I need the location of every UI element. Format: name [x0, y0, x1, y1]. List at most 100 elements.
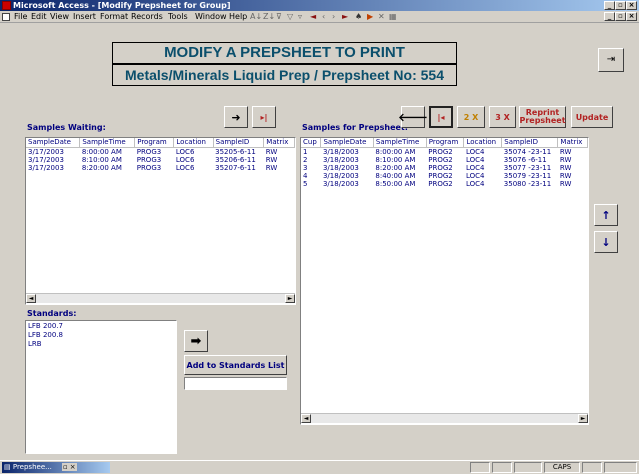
column-header[interactable]: Matrix — [557, 138, 588, 148]
scroll-left-icon[interactable]: ◄ — [26, 294, 36, 303]
close-icon[interactable]: × — [626, 1, 637, 10]
update-button[interactable]: Update — [571, 106, 613, 128]
table-cell: 35077 -23-11 — [503, 163, 552, 172]
column-header[interactable]: Location — [173, 138, 214, 148]
move-back-button[interactable]: 🡐 — [398, 106, 428, 128]
move-to-prepsheet-button[interactable]: ➜ — [224, 106, 248, 128]
restore-icon[interactable]: ▫ — [62, 463, 69, 471]
sort-ascending-icon[interactable]: A↓ — [250, 12, 262, 22]
samples-waiting-list[interactable]: SampleDate SampleTime Program Location Sampl… — [25, 137, 296, 305]
move-all-to-prepsheet-button[interactable]: ▸| — [252, 106, 276, 128]
table-row[interactable]: 3/17/2003 8:10:00 AM PROG3 LOC6 35206-6-11 RW — [26, 156, 295, 164]
table-row[interactable]: 3 3/18/2003 8:20:00 AM PROG2 LOC4 35077 -23-1… — [301, 164, 588, 172]
menu-records[interactable]: Records — [131, 11, 163, 23]
prepsheet-horizontal-scrollbar[interactable]: ◄ ► — [301, 413, 588, 423]
menu-file[interactable]: File — [14, 11, 27, 23]
three-x-button[interactable]: 3 X — [489, 106, 516, 128]
child-restore-icon[interactable]: ▫ — [615, 12, 626, 21]
minimize-icon[interactable]: _ — [604, 1, 615, 10]
last-record-icon[interactable]: ► — [342, 12, 348, 22]
previous-record-icon[interactable]: ‹ — [322, 12, 325, 22]
next-record-icon[interactable]: › — [332, 12, 335, 22]
table-cell: PROG3 — [136, 155, 162, 164]
child-close-icon[interactable]: × — [626, 12, 637, 21]
table-row[interactable]: 1 3/18/2003 8:00:00 AM PROG2 LOC4 35074 -23-1… — [301, 147, 588, 156]
table-cell: 1 — [303, 147, 308, 156]
arrow-left-icon: 🡐 — [398, 111, 428, 124]
access-app-icon[interactable] — [2, 1, 11, 10]
table-row[interactable]: 3/17/2003 8:20:00 AM PROG3 LOC6 35207-6-11 RW — [26, 164, 295, 172]
column-header[interactable]: SampleTime — [79, 138, 136, 148]
page-title: MODIFY A PREPSHEET TO PRINT — [112, 42, 457, 64]
minimized-window[interactable]: ▤ Prepshee... ▫ × — [2, 462, 110, 473]
caps-indicator: CAPS — [544, 462, 580, 473]
column-header[interactable]: SampleTime — [373, 138, 427, 148]
waiting-horizontal-scrollbar[interactable]: ◄ ► — [26, 293, 295, 303]
table-cell: 8:00:00 AM — [81, 147, 122, 156]
samples-for-prepsheet-list[interactable]: Cup SampleDate SampleTime Program Location Sa… — [300, 137, 589, 425]
database-window-icon[interactable]: ▦ — [389, 12, 397, 22]
apply-filter-icon[interactable]: ▿ — [298, 12, 302, 22]
table-cell: RW — [559, 171, 572, 180]
column-header[interactable]: SampleDate — [320, 138, 374, 148]
add-standard-arrow-button[interactable]: ➡ — [184, 330, 208, 352]
standards-list[interactable]: LFB 200.7 LFB 200.8 LRB — [25, 320, 177, 454]
menu-tools[interactable]: Tools — [168, 11, 188, 23]
scroll-right-icon[interactable]: ► — [285, 294, 295, 303]
table-cell: 3/18/2003 — [322, 147, 359, 156]
standard-entry-field[interactable] — [184, 377, 287, 390]
delete-record-icon[interactable]: ✕ — [378, 12, 385, 22]
column-header[interactable]: SampleID — [501, 138, 559, 148]
menu-view[interactable]: View — [50, 11, 69, 23]
column-header[interactable]: SampleID — [213, 138, 265, 148]
table-cell: LOC6 — [175, 163, 195, 172]
title-bar: Microsoft Access - [Modify Prepsheet for… — [0, 0, 639, 11]
table-row[interactable]: 5 3/18/2003 8:50:00 AM PROG2 LOC4 35080 -23-1… — [301, 180, 588, 188]
reprint-prepsheet-button[interactable]: Reprint Prepsheet — [519, 106, 566, 128]
table-row[interactable]: 3/17/2003 8:00:00 AM PROG3 LOC6 35205-6-11 RW — [26, 147, 295, 156]
table-cell: RW — [559, 147, 572, 156]
menu-window[interactable]: Window — [195, 11, 227, 23]
menu-insert[interactable]: Insert — [73, 11, 96, 23]
table-cell: LOC4 — [465, 147, 485, 156]
scroll-left-icon[interactable]: ◄ — [301, 414, 311, 423]
table-row[interactable]: 2 3/18/2003 8:10:00 AM PROG2 LOC4 35076 -6-11… — [301, 156, 588, 164]
exit-button[interactable]: ⇥ — [598, 48, 624, 72]
table-cell: 3/17/2003 — [28, 147, 64, 156]
column-header[interactable]: Program — [426, 138, 465, 148]
move-up-button[interactable]: ↑ — [594, 204, 618, 226]
table-cell: RW — [559, 179, 572, 188]
table-cell: RW — [559, 155, 572, 164]
samples-for-prepsheet-label: Samples for Prepsheet: — [302, 123, 408, 132]
sort-descending-icon[interactable]: Z↓ — [263, 12, 275, 22]
filter-by-form-icon[interactable]: ▽ — [287, 12, 293, 22]
restore-icon[interactable]: ▫ — [615, 1, 626, 10]
two-x-button[interactable]: 2 X — [457, 106, 485, 128]
first-record-icon: |◂ — [437, 112, 445, 122]
filter-by-selection-icon[interactable]: ⊽ — [276, 12, 282, 22]
move-all-back-button[interactable]: |◂ — [429, 106, 453, 128]
list-item[interactable]: LRB — [28, 340, 174, 349]
list-item[interactable]: LFB 200.7 — [28, 322, 174, 331]
table-cell: 8:40:00 AM — [375, 171, 416, 180]
find-icon[interactable]: ♠ — [355, 12, 362, 22]
scroll-right-icon[interactable]: ► — [578, 414, 588, 423]
child-minimize-icon[interactable]: _ — [604, 12, 615, 21]
form-icon[interactable] — [2, 13, 10, 21]
column-header[interactable]: SampleDate — [26, 138, 81, 148]
menu-edit[interactable]: Edit — [31, 11, 47, 23]
add-to-standards-button[interactable]: Add to Standards List — [184, 355, 287, 375]
new-record-icon[interactable]: ▶ — [367, 12, 373, 22]
column-header[interactable]: Matrix — [263, 138, 295, 148]
move-down-button[interactable]: ↓ — [594, 231, 618, 253]
menu-help[interactable]: Help — [229, 11, 247, 23]
column-header[interactable]: Location — [463, 138, 503, 148]
column-header[interactable]: Program — [134, 138, 175, 148]
table-row[interactable]: 4 3/18/2003 8:40:00 AM PROG2 LOC4 35079 -23-1… — [301, 172, 588, 180]
menu-format[interactable]: Format — [100, 11, 128, 23]
list-item[interactable]: LFB 200.8 — [28, 331, 174, 340]
last-record-icon: ▸| — [260, 112, 268, 122]
column-header[interactable]: Cup — [301, 138, 322, 148]
close-icon[interactable]: × — [68, 463, 77, 471]
first-record-icon[interactable]: ◄ — [310, 12, 316, 22]
